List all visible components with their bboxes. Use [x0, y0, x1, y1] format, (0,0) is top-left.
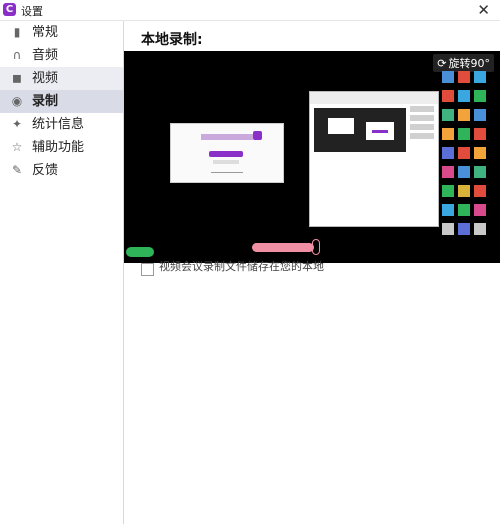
close-button[interactable]: ✕: [477, 1, 490, 19]
sidebar-item-audio[interactable]: ∩ 音频: [0, 44, 123, 67]
sidebar-item-feedback[interactable]: ✎ 反馈: [0, 159, 123, 182]
sidebar-item-label: 反馈: [32, 163, 59, 178]
settings-sidebar: ▮ 常规 ∩ 音频 ◼ 视频 ◉ 录制 ✦ 统计信息 ☆ 辅助功能 ✎ 反馈: [0, 21, 124, 524]
desktop-app-icon: [458, 223, 470, 235]
sidebar-item-label: 统计信息: [32, 117, 85, 132]
desktop-app-icon: [458, 185, 470, 197]
sidebar-item-accessibility[interactable]: ☆ 辅助功能: [0, 136, 123, 159]
headphones-icon: ∩: [12, 48, 22, 62]
preview-taskbar: [124, 237, 164, 263]
desktop-app-icon: [442, 185, 454, 197]
sidebar-item-statistics[interactable]: ✦ 统计信息: [0, 113, 123, 136]
record-icon: ◉: [11, 94, 23, 108]
desktop-app-icon: [442, 166, 454, 178]
recording-preview: ⟳ 旋转90°: [124, 51, 500, 263]
preview-secondary-button: [213, 160, 239, 164]
desktop-app-icon: [442, 223, 454, 235]
local-save-checkbox[interactable]: [141, 263, 154, 276]
preview-nested-window-a: [328, 118, 354, 134]
desktop-app-icon: [442, 90, 454, 102]
preview-notification: [252, 243, 314, 252]
desktop-app-icon: [474, 90, 486, 102]
camera-icon: ◼: [12, 71, 22, 85]
app-logo-icon: C: [3, 3, 16, 16]
list-item: [410, 115, 434, 121]
preview-nested-window-b: [366, 122, 394, 140]
sidebar-item-label: 视频: [32, 71, 59, 86]
desktop-icons-column-1: [442, 71, 454, 242]
desktop-app-icon: [442, 71, 454, 83]
title-bar: C 设置 ✕: [0, 0, 500, 21]
rotate-icon: ⟳: [437, 57, 447, 70]
preview-nested-screen: [314, 108, 406, 152]
window-title: 设置: [21, 5, 43, 18]
desktop-app-icon: [458, 204, 470, 216]
desktop-app-icon: [474, 128, 486, 140]
desktop-icons-column-2: [458, 71, 470, 242]
rotate-button[interactable]: ⟳ 旋转90°: [433, 54, 494, 72]
desktop-app-icon: [474, 166, 486, 178]
preview-notification-tail: [312, 239, 320, 255]
feedback-icon: ✎: [11, 163, 23, 177]
preview-button: [209, 151, 243, 157]
sidebar-item-label: 辅助功能: [32, 140, 85, 155]
preview-nested-accent: [372, 130, 388, 133]
preview-taskbar-button: [126, 247, 154, 257]
sidebar-item-video[interactable]: ◼ 视频: [0, 67, 123, 90]
desktop-app-icon: [474, 71, 486, 83]
sidebar-item-general[interactable]: ▮ 常规: [0, 21, 123, 44]
desktop-app-icon: [458, 147, 470, 159]
desktop-app-icon: [474, 204, 486, 216]
sidebar-item-label: 常规: [32, 25, 59, 40]
desktop-app-icon: [458, 128, 470, 140]
desktop-app-icon: [442, 109, 454, 121]
desktop-icons-column-3: [474, 71, 486, 242]
desktop-app-icon: [474, 223, 486, 235]
desktop-app-icon: [442, 128, 454, 140]
preview-login-window: [170, 123, 284, 183]
list-item: [410, 133, 434, 139]
desktop-app-icon: [458, 109, 470, 121]
desktop-app-icon: [458, 166, 470, 178]
sidebar-item-label: 音频: [32, 48, 59, 63]
statistics-icon: ✦: [11, 117, 23, 131]
desktop-app-icon: [474, 185, 486, 197]
preview-logo-icon: [253, 131, 262, 140]
accessibility-icon: ☆: [11, 140, 23, 154]
page-title: 本地录制:: [141, 32, 203, 48]
rotate-label: 旋转90°: [448, 57, 491, 70]
desktop-app-icon: [442, 204, 454, 216]
phone-icon: ▮: [13, 25, 21, 39]
desktop-app-icon: [474, 109, 486, 121]
desktop-app-icon: [442, 147, 454, 159]
local-save-label: 视频会议录制文件储存在您的本地: [159, 260, 324, 273]
sidebar-item-recording[interactable]: ◉ 录制: [0, 90, 123, 113]
sidebar-item-label: 录制: [32, 94, 59, 109]
desktop-app-icon: [458, 71, 470, 83]
preview-logo: [201, 134, 253, 140]
list-item: [410, 106, 434, 112]
preview-divider: [211, 172, 243, 173]
settings-content: 本地录制: ⟳ 旋转90° 视频会议录制文件储存在您的本地: [124, 21, 500, 524]
desktop-app-icon: [474, 147, 486, 159]
desktop-app-icon: [458, 90, 470, 102]
preview-window-bar: [310, 92, 438, 104]
preview-side-list: [410, 106, 434, 150]
list-item: [410, 124, 434, 130]
preview-nested-window: [309, 91, 439, 227]
